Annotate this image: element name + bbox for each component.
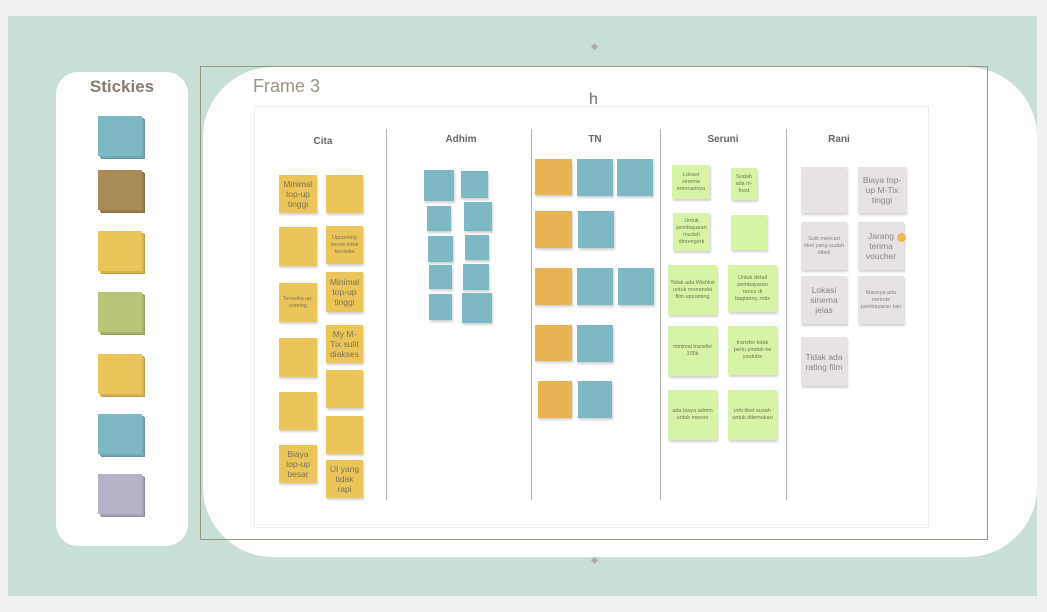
- sticky-note[interactable]: Lokasi sinema jelas: [801, 276, 847, 324]
- sticky-note[interactable]: [731, 215, 767, 250]
- sticky-note[interactable]: [464, 202, 492, 231]
- sticky-swatch-yellow[interactable]: [98, 231, 145, 274]
- sticky-note[interactable]: ada biaya admin untuk menon: [668, 390, 717, 440]
- sticky-note[interactable]: Tidak ada Wishlist untuk menandai film u…: [668, 265, 717, 315]
- sticky-note[interactable]: [429, 265, 452, 289]
- sticky-note[interactable]: Sulit mencari tiket yang sudah dibeli: [801, 222, 847, 270]
- sticky-note[interactable]: [535, 268, 572, 305]
- stickies-title: Stickies: [89, 77, 155, 96]
- sticky-note[interactable]: UI yang tidak rapi: [326, 460, 363, 498]
- sticky-note[interactable]: [428, 236, 453, 262]
- swatch-layer: [98, 231, 142, 271]
- column-divider: [786, 129, 787, 500]
- swatch-layer: [98, 292, 142, 332]
- swatch-layer: [98, 170, 142, 210]
- frame-title[interactable]: Frame 3: [253, 76, 320, 97]
- sticky-note[interactable]: [326, 416, 363, 454]
- sticky-note[interactable]: [279, 338, 317, 377]
- sticky-note[interactable]: [538, 381, 572, 418]
- sticky-note[interactable]: Jarang terima voucher: [858, 222, 904, 270]
- sticky-note[interactable]: [618, 268, 654, 305]
- sticky-note[interactable]: [424, 170, 454, 201]
- sticky-note[interactable]: Sudah ada m-food: [731, 168, 757, 200]
- sticky-note[interactable]: [577, 325, 613, 362]
- column-header-cita: Cita: [313, 136, 333, 147]
- sticky-note[interactable]: [535, 325, 572, 361]
- sticky-note[interactable]: [279, 392, 317, 430]
- sticky-note[interactable]: [326, 175, 363, 213]
- sticky-note[interactable]: info tiket susah untuk ditemukan: [728, 390, 777, 440]
- sticky-note[interactable]: [577, 268, 613, 305]
- sticky-note[interactable]: [617, 159, 653, 196]
- sticky-note[interactable]: [577, 159, 613, 196]
- sticky-note[interactable]: [578, 381, 612, 418]
- sticky-note[interactable]: Maunya ada metode pembayaran lain: [858, 276, 904, 324]
- canvas-handle-top[interactable]: ◆: [591, 42, 598, 51]
- column-header-tn: TN: [588, 134, 602, 145]
- swatch-layer: [98, 414, 142, 454]
- sticky-note[interactable]: Untuk detail pembayaran rancu di bagiann…: [728, 265, 777, 312]
- sticky-note[interactable]: transfer tidak perlu pindah ke youtube: [728, 326, 777, 375]
- sticky-swatch-green[interactable]: [98, 292, 145, 335]
- sticky-swatch-yellow-2[interactable]: [98, 354, 145, 397]
- sticky-note[interactable]: Tersedia up-coming: [279, 283, 317, 322]
- sticky-note[interactable]: [427, 206, 451, 231]
- canvas-handle-bottom[interactable]: ◆: [591, 556, 598, 565]
- sticky-note[interactable]: [279, 227, 317, 266]
- sticky-note[interactable]: [801, 167, 847, 213]
- swatch-layer: [98, 474, 142, 514]
- sticky-swatch-blue-2[interactable]: [98, 414, 145, 457]
- sticky-note[interactable]: Tidak ada rating film: [801, 337, 847, 386]
- column-header-adhim: Adhim: [445, 134, 477, 145]
- sticky-note[interactable]: Minimal top-up tinggi: [279, 175, 317, 213]
- sticky-note[interactable]: [535, 211, 572, 248]
- swatch-layer: [98, 354, 142, 394]
- column-divider: [531, 129, 532, 500]
- sticky-note[interactable]: Upcoming movie tidak tersedia: [326, 226, 363, 264]
- sticky-note[interactable]: Biaya top-up besar: [279, 445, 317, 483]
- sticky-swatch-lavender[interactable]: [98, 474, 145, 517]
- swatch-layer: [98, 116, 142, 156]
- column-divider: [386, 129, 387, 500]
- stickies-panel: Stickies: [56, 72, 188, 546]
- sticky-note[interactable]: [465, 235, 489, 260]
- sticky-note[interactable]: My M-Tix sulit diakses: [326, 325, 363, 363]
- sticky-note[interactable]: minimal transfer 100k: [668, 326, 717, 376]
- sticky-note[interactable]: Untuk pembayaran mudah dimengerti: [673, 213, 710, 251]
- column-divider: [660, 129, 661, 500]
- sticky-note[interactable]: Minimal top-up tinggi: [326, 272, 363, 312]
- sticky-note[interactable]: [578, 211, 614, 248]
- column-header-rani: Rani: [828, 134, 850, 145]
- sticky-note[interactable]: Biaya top-up M-Tix tinggi: [858, 167, 906, 213]
- sticky-note[interactable]: [535, 159, 572, 195]
- sticky-note[interactable]: [461, 171, 488, 198]
- sticky-swatch-brown[interactable]: [98, 170, 145, 213]
- collaborator-cursor-icon: [897, 233, 906, 242]
- sticky-swatch-blue[interactable]: [98, 116, 145, 159]
- sticky-note[interactable]: [462, 293, 492, 323]
- sticky-note[interactable]: [326, 370, 363, 408]
- column-header-seruni: Seruni: [707, 134, 739, 145]
- sticky-note[interactable]: [429, 294, 452, 320]
- sticky-note[interactable]: Lokasi sinema mencarinya: [672, 165, 710, 199]
- sticky-note[interactable]: [463, 264, 489, 290]
